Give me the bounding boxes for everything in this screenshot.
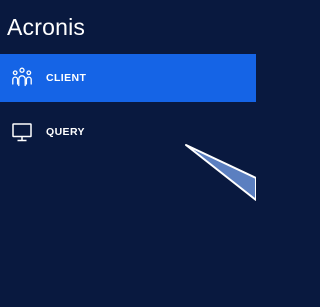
monitor-icon (10, 120, 34, 144)
sidebar-item-label: QUERY (46, 126, 85, 138)
acronis-logo: Acronis (7, 14, 86, 40)
brand-header: Acronis (0, 0, 256, 54)
sidebar-item-client[interactable]: CLIENT (0, 54, 256, 102)
users-group-icon (10, 66, 34, 90)
sidebar: Acronis CLIENT QUERY (0, 0, 256, 307)
sidebar-item-label: CLIENT (46, 72, 87, 84)
sidebar-item-query[interactable]: QUERY (0, 108, 256, 156)
